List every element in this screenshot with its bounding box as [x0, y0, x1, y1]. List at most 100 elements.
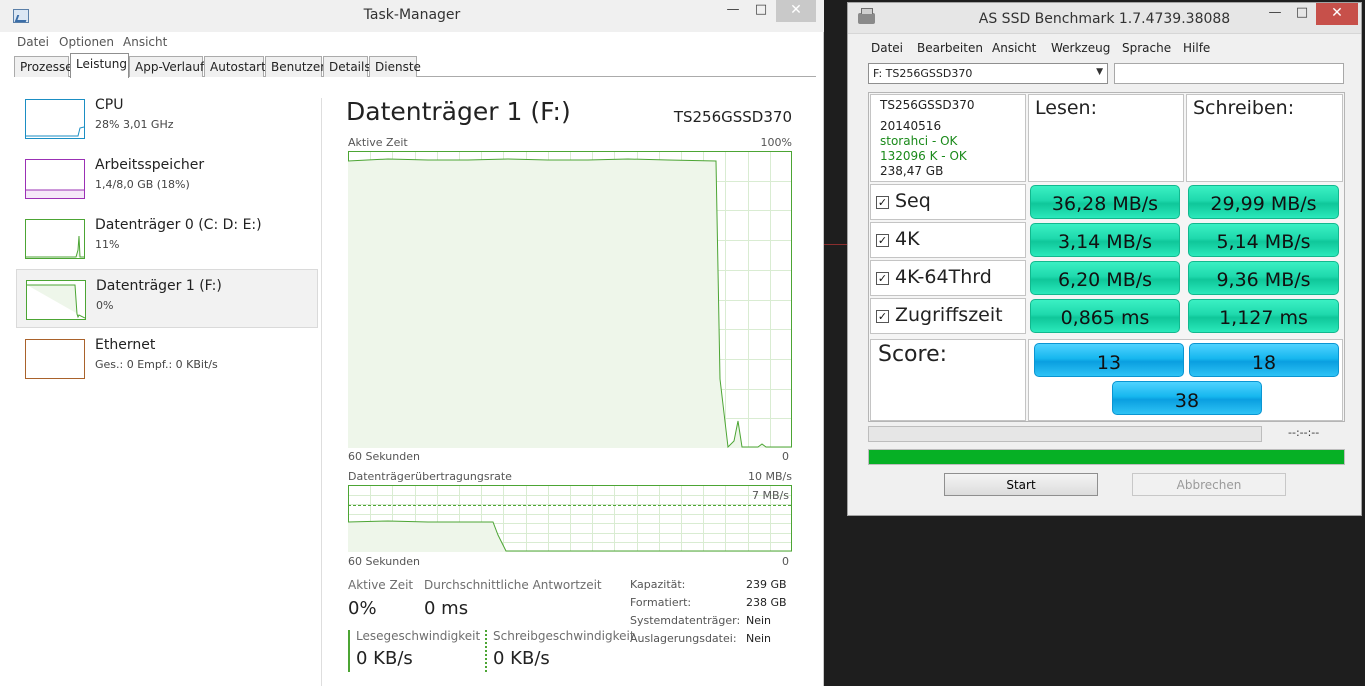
system-disk-label: Systemdatenträger: [630, 614, 741, 627]
menu-ansicht[interactable]: Ansicht [992, 41, 1036, 55]
tab-app-verlauf[interactable]: App-Verlauf [129, 56, 204, 77]
task-manager-window: Task-Manager — □ ✕ Datei Optionen Ansich… [0, 0, 824, 686]
window-title: Task-Manager [363, 7, 461, 23]
ethernet-sent-label: Ges.: [95, 358, 124, 371]
row-label-cell: ✓ Seq [870, 184, 1026, 220]
as-ssd-minimize-button[interactable]: — [1262, 3, 1288, 25]
tab-autostart[interactable]: Autostart [204, 56, 266, 77]
test-progress-bar [868, 426, 1262, 442]
as-ssd-title-bar[interactable]: AS SSD Benchmark 1.7.4739.38088 — □ ✕ [848, 3, 1361, 34]
disk-0-thumbnail-graph [25, 219, 85, 259]
4k-write-result: 5,14 MB/s [1188, 223, 1339, 257]
seq-write-result: 29,99 MB/s [1188, 185, 1339, 219]
drive-name-input[interactable] [1114, 63, 1344, 84]
4k-read-result: 3,14 MB/s [1030, 223, 1180, 257]
tab-dienste[interactable]: Dienste [369, 56, 421, 77]
menu-datei[interactable]: Datei [871, 41, 903, 55]
active-time-value: 0% [348, 598, 377, 619]
sidebar-item-label: Ethernet [95, 337, 156, 353]
formatted-label: Formatiert: [630, 596, 692, 609]
as-ssd-menu-bar: Datei Bearbeiten Ansicht Werkzeug Sprach… [848, 38, 1361, 58]
drive-model: TS256GSSD370 [880, 98, 975, 112]
tab-leistung[interactable]: Leistung [70, 53, 129, 78]
alignment-status: 132096 K - OK [880, 149, 967, 163]
write-speed-label: Schreibgeschwindigkeit [493, 629, 635, 643]
maximize-button[interactable]: □ [748, 0, 774, 22]
access-time-label: Zugriffszeit [895, 304, 1003, 326]
close-button[interactable]: ✕ [776, 0, 816, 22]
title-bar[interactable]: Task-Manager — □ ✕ [0, 0, 824, 32]
overall-progress-bar [868, 449, 1345, 465]
row-label-cell: ✓ 4K-64Thrd [870, 260, 1026, 296]
capacity-label: Kapazität: [630, 578, 686, 591]
menu-optionen[interactable]: Optionen [59, 35, 114, 49]
sidebar-item-value: 0% [96, 299, 114, 312]
write-speed-indicator [485, 630, 487, 672]
4k-label: 4K [895, 228, 920, 250]
capacity-value: 239 GB [746, 578, 787, 591]
score-write: 18 [1189, 343, 1339, 377]
chart2-inner-label: 7 MB/s [752, 489, 789, 502]
sidebar-item-label: Datenträger 1 (F:) [96, 278, 222, 294]
sidebar-item-ethernet[interactable]: Ethernet Ges.: 0 Empf.: 0 KBit/s [16, 334, 318, 393]
pagefile-label: Auslagerungsdatei: [630, 632, 737, 645]
chart2-label: Datenträgerübertragungsrate [348, 470, 512, 483]
sidebar-item-cpu[interactable]: CPU 28% 3,01 GHz [16, 94, 318, 153]
pagefile-value: Nein [746, 632, 772, 645]
active-time-chart [348, 151, 792, 448]
tab-benutzer[interactable]: Benutzer [265, 56, 325, 77]
sidebar-item-disk-1[interactable]: Datenträger 1 (F:) 0% [16, 269, 318, 328]
menu-werkzeug[interactable]: Werkzeug [1051, 41, 1110, 55]
menu-sprache[interactable]: Sprache [1122, 41, 1171, 55]
menu-hilfe[interactable]: Hilfe [1183, 41, 1210, 55]
as-ssd-close-button[interactable]: ✕ [1316, 3, 1358, 25]
4k-64thrd-read-result: 6,20 MB/s [1030, 261, 1180, 295]
drive-select[interactable]: F: TS256GSSD370 ▼ [868, 63, 1108, 84]
as-ssd-window: AS SSD Benchmark 1.7.4739.38088 — □ ✕ Da… [847, 2, 1362, 516]
sidebar-item-label: CPU [95, 97, 124, 113]
disk-1-thumbnail-graph [26, 280, 86, 320]
4k-64thrd-label: 4K-64Thrd [895, 266, 992, 288]
ethernet-sent-value: 0 [126, 358, 134, 371]
access-time-write-result: 1,127 ms [1188, 299, 1339, 333]
formatted-value: 238 GB [746, 596, 787, 609]
drive-select-value: F: TS256GSSD370 [873, 67, 973, 80]
abort-button[interactable]: Abbrechen [1132, 473, 1286, 496]
read-speed-label: Lesegeschwindigkeit [356, 629, 481, 643]
detail-title: Datenträger 1 (F:) [346, 97, 571, 126]
chevron-down-icon: ▼ [1096, 67, 1103, 77]
menu-ansicht[interactable]: Ansicht [123, 35, 167, 49]
sidebar-item-disk-0[interactable]: Datenträger 0 (C: D: E:) 11% [16, 214, 318, 273]
sidebar-divider [321, 98, 322, 686]
chart1-x-label: 60 Sekunden [348, 450, 420, 463]
4k-checkbox[interactable]: ✓ [876, 234, 889, 247]
write-speed-value: 0 KB/s [493, 648, 550, 669]
as-ssd-maximize-button[interactable]: □ [1289, 3, 1315, 25]
seq-checkbox[interactable]: ✓ [876, 196, 889, 209]
access-time-read-result: 0,865 ms [1030, 299, 1180, 333]
response-time-value: 0 ms [424, 598, 469, 619]
start-button[interactable]: Start [944, 473, 1098, 496]
chart2-max-label: 10 MB/s [748, 470, 792, 483]
sidebar-item-value: 1,4/8,0 GB (18%) [95, 178, 190, 191]
score-label-cell: Score: [870, 339, 1026, 421]
4k-64thrd-write-result: 9,36 MB/s [1188, 261, 1339, 295]
sidebar-item-value: 11% [95, 238, 120, 251]
chart2-x-label: 60 Sekunden [348, 555, 420, 568]
tab-prozesse[interactable]: Prozesse [14, 56, 73, 77]
access-time-checkbox[interactable]: ✓ [876, 310, 889, 323]
minimize-button[interactable]: — [720, 0, 746, 22]
write-header-cell: Schreiben: [1186, 94, 1343, 182]
sidebar-item-label: Arbeitsspeicher [95, 157, 205, 173]
menu-bearbeiten[interactable]: Bearbeiten [917, 41, 983, 55]
drive-size: 238,47 GB [880, 164, 944, 178]
write-header: Schreiben: [1193, 97, 1295, 119]
menu-datei[interactable]: Datei [17, 35, 49, 49]
seq-read-result: 36,28 MB/s [1030, 185, 1180, 219]
score-label: Score: [878, 342, 948, 367]
sidebar-item-value: Ges.: 0 Empf.: 0 KBit/s [95, 358, 218, 371]
4k-64thrd-checkbox[interactable]: ✓ [876, 272, 889, 285]
sidebar-item-memory[interactable]: Arbeitsspeicher 1,4/8,0 GB (18%) [16, 154, 318, 213]
driver-status: storahci - OK [880, 134, 958, 148]
tab-details[interactable]: Details [323, 56, 371, 77]
